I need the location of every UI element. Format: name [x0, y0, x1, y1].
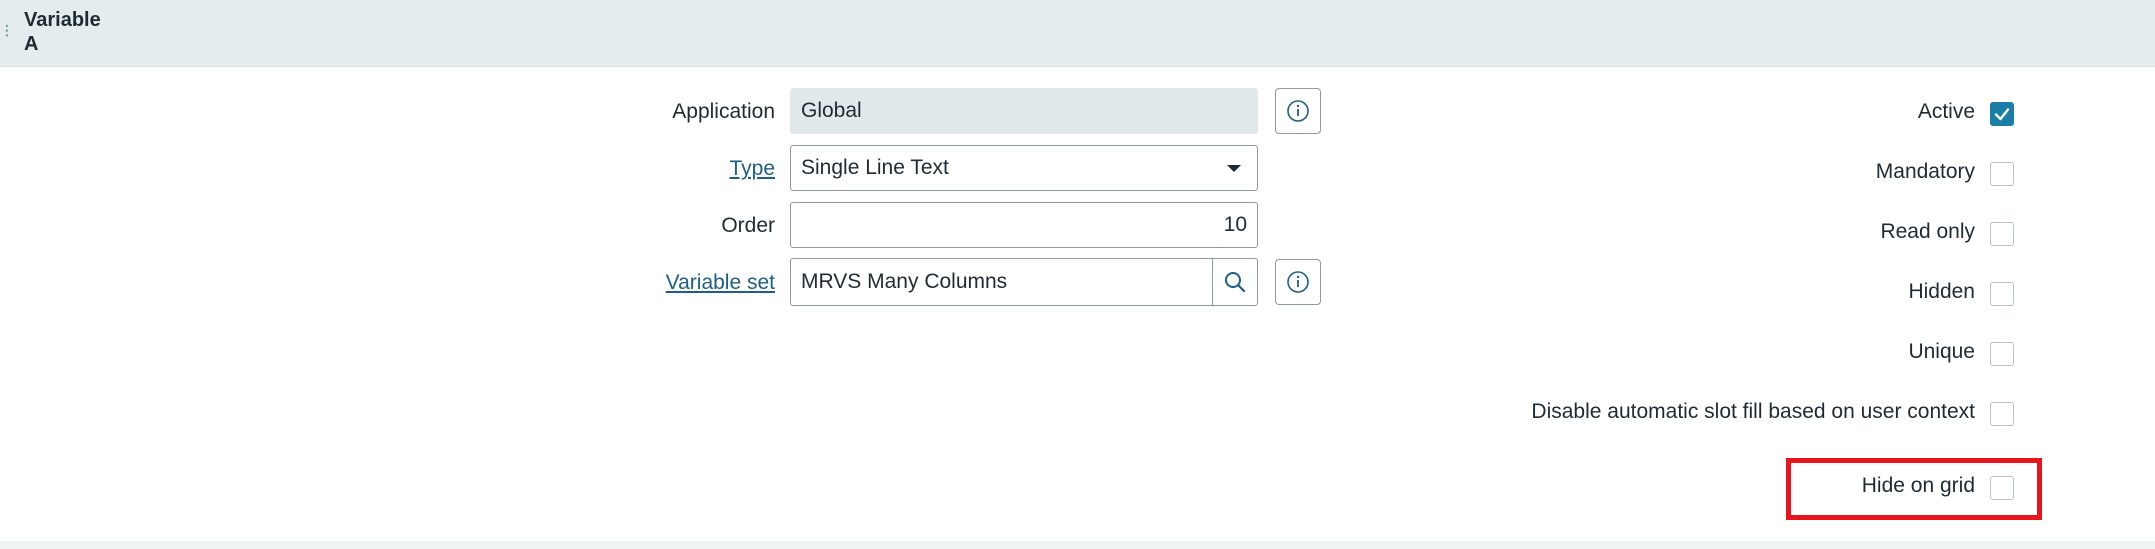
- hidden-checkbox[interactable]: [1990, 282, 2014, 306]
- unique-checkbox[interactable]: [1990, 342, 2014, 366]
- type-select[interactable]: Single Line Text: [790, 145, 1258, 191]
- form-header: ⋮ Variable A: [0, 0, 2155, 67]
- type-label-link[interactable]: Type: [729, 156, 775, 182]
- application-info-button[interactable]: [1275, 88, 1321, 134]
- info-icon: [1287, 100, 1309, 122]
- page-title: Variable A: [24, 8, 144, 56]
- active-checkbox[interactable]: [1990, 102, 2014, 126]
- unique-label: Unique: [1908, 340, 1975, 363]
- variable-set-search-button[interactable]: [1212, 259, 1257, 305]
- type-select-value: Single Line Text: [801, 156, 949, 179]
- page-title-line1: Variable: [24, 9, 101, 31]
- variable-set-label-link[interactable]: Variable set: [666, 270, 775, 296]
- disable-slot-fill-label: Disable automatic slot fill based on use…: [1531, 400, 1975, 423]
- active-label: Active: [1917, 100, 1975, 123]
- order-label: Order: [721, 214, 775, 237]
- variable-set-info-button[interactable]: [1275, 259, 1321, 305]
- read-only-label: Read only: [1880, 220, 1975, 243]
- order-input[interactable]: 10: [790, 202, 1258, 248]
- mandatory-label: Mandatory: [1875, 160, 1975, 183]
- hidden-label: Hidden: [1908, 280, 1975, 303]
- application-field: Global: [790, 88, 1258, 134]
- read-only-checkbox[interactable]: [1990, 222, 2014, 246]
- highlight-annotation-box: [1786, 458, 2042, 520]
- drag-handle-icon[interactable]: ⋮: [0, 22, 14, 38]
- variable-set-field[interactable]: MRVS Many Columns: [790, 258, 1258, 306]
- search-icon: [1225, 272, 1246, 293]
- disable-slot-fill-checkbox[interactable]: [1990, 402, 2014, 426]
- check-icon: [1994, 108, 2010, 121]
- chevron-down-icon: [1227, 165, 1241, 172]
- application-label: Application: [672, 100, 775, 123]
- footer-strip: [0, 541, 2155, 549]
- page-title-line2: A: [24, 33, 39, 55]
- variable-set-value: MRVS Many Columns: [801, 270, 1008, 293]
- info-icon: [1287, 271, 1309, 293]
- mandatory-checkbox[interactable]: [1990, 162, 2014, 186]
